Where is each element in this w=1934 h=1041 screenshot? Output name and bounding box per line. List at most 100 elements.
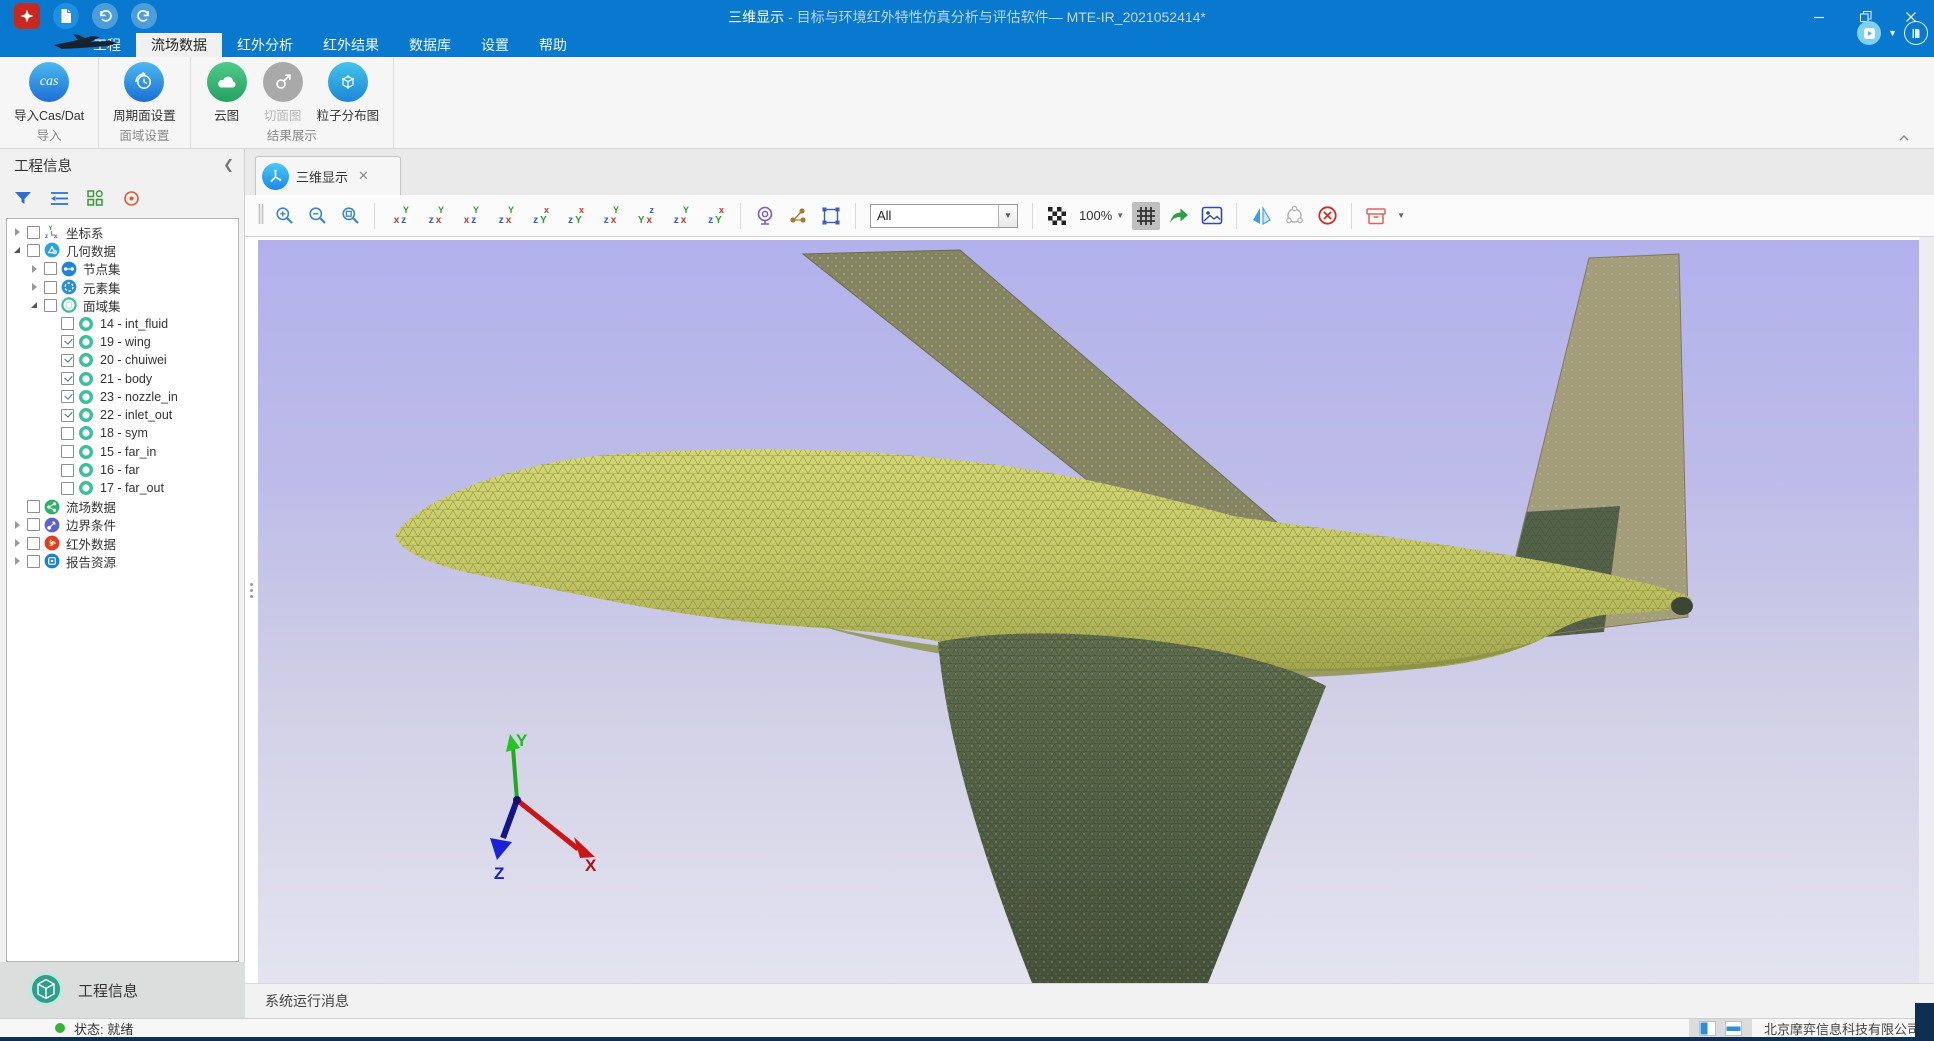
ribbon-button-导入Cas/Dat[interactable]: cas导入Cas/Dat [10, 62, 88, 126]
tree-checkbox[interactable] [61, 335, 74, 348]
tree-item[interactable]: 16 - far [7, 461, 238, 479]
cancel-icon[interactable] [1313, 202, 1341, 230]
tree-checkbox[interactable] [61, 482, 74, 495]
tree-item[interactable]: 节点集 [7, 260, 238, 278]
tab-close-icon[interactable]: ✕ [358, 168, 369, 184]
tree-item[interactable]: 边界条件 [7, 516, 238, 534]
menu-item-红外结果[interactable]: 红外结果 [308, 33, 394, 57]
zoom-level-dropdown[interactable]: 100%▼ [1079, 208, 1124, 223]
probe-icon[interactable] [751, 202, 779, 230]
menu-item-数据库[interactable]: 数据库 [394, 33, 466, 57]
tree-item[interactable]: 22 - inlet_out [7, 406, 238, 424]
ribbon-button-周期面设置[interactable]: 周期面设置 [109, 62, 180, 126]
expander-collapsed-icon[interactable] [13, 227, 25, 237]
select-rect-icon[interactable] [817, 202, 845, 230]
panel-bottom-bar[interactable]: 工程信息 [0, 962, 245, 1018]
locate-icon[interactable] [120, 187, 142, 209]
expander-collapsed-icon[interactable] [13, 538, 25, 548]
tree-item[interactable]: 14 - int_fluid [7, 314, 238, 332]
save-box-caret-icon[interactable]: ▼ [1397, 211, 1405, 220]
tree-checkbox[interactable] [61, 464, 74, 477]
panel-bottom-icon[interactable] [1725, 1021, 1742, 1036]
expander-collapsed-icon[interactable] [13, 520, 25, 530]
tree-checkbox[interactable] [61, 427, 74, 440]
tree-checkbox[interactable] [27, 226, 40, 239]
notebook-icon[interactable] [1904, 21, 1928, 45]
ribbon-collapse-icon[interactable] [1898, 131, 1912, 143]
view-orientation-button-8[interactable]: zYx [630, 202, 660, 230]
panel-left-icon[interactable] [1699, 1021, 1716, 1036]
tree-checkbox[interactable] [61, 409, 74, 422]
ribbon-button-云图[interactable]: 云图 [201, 62, 253, 126]
view-orientation-button-4[interactable]: Yzx [490, 202, 520, 230]
menu-item-流场数据[interactable]: 流场数据 [136, 33, 222, 57]
menu-item-设置[interactable]: 设置 [466, 33, 524, 57]
panel-collapse-icon[interactable]: ❮ [223, 157, 234, 173]
zoom-fit-icon[interactable] [336, 202, 364, 230]
tree-item[interactable]: 19 - wing [7, 333, 238, 351]
particle-trace-icon[interactable] [784, 202, 812, 230]
tree-checkbox[interactable] [27, 500, 40, 513]
snapshot-icon[interactable] [1198, 202, 1226, 230]
grid-view-icon[interactable] [84, 187, 106, 209]
expander-collapsed-icon[interactable] [13, 556, 25, 566]
tree-checkbox[interactable] [27, 518, 40, 531]
display-filter-combobox[interactable]: All▼ [870, 204, 1018, 228]
tree-item[interactable]: 20 - chuiwei [7, 351, 238, 369]
tree-item[interactable]: 21 - body [7, 369, 238, 387]
tree-checkbox[interactable] [44, 262, 57, 275]
tree-item[interactable]: 15 - far_in [7, 443, 238, 461]
tree-checkbox[interactable] [61, 354, 74, 367]
view-orientation-button-10[interactable]: xzY [700, 202, 730, 230]
ribbon-button-粒子分布图[interactable]: 粒子分布图 [313, 62, 384, 126]
tree-item[interactable]: 23 - nozzle_in [7, 388, 238, 406]
expander-expanded-icon[interactable] [30, 300, 42, 310]
panel-splitter-handle[interactable] [247, 570, 256, 610]
tree-item[interactable]: 面域集 [7, 296, 238, 314]
combobox-dropdown-icon[interactable]: ▼ [998, 205, 1017, 227]
app-mode-icon[interactable] [1857, 21, 1881, 45]
expander-collapsed-icon[interactable] [30, 264, 42, 274]
tree-checkbox[interactable] [27, 244, 40, 257]
view-orientation-button-1[interactable]: Yxz [385, 202, 415, 230]
mirror-icon[interactable] [1247, 202, 1275, 230]
tree-item[interactable]: 流场数据 [7, 497, 238, 515]
tree-item[interactable]: 报告资源 [7, 552, 238, 570]
tree-item[interactable]: 元素集 [7, 278, 238, 296]
view-orientation-button-3[interactable]: Yxz [455, 202, 485, 230]
tree-item[interactable]: Yzx坐标系 [7, 223, 238, 241]
view-orientation-button-7[interactable]: Yzx [595, 202, 625, 230]
checkerboard-icon[interactable] [1043, 202, 1071, 230]
tree-item[interactable]: 17 - far_out [7, 479, 238, 497]
tree-checkbox[interactable] [61, 390, 74, 403]
expander-expanded-icon[interactable] [13, 245, 25, 255]
menu-item-帮助[interactable]: 帮助 [524, 33, 582, 57]
tree-checkbox[interactable] [61, 317, 74, 330]
tree-item[interactable]: 几何数据 [7, 241, 238, 259]
tree-checkbox[interactable] [61, 372, 74, 385]
view-orientation-button-5[interactable]: xzY [525, 202, 555, 230]
view-orientation-button-6[interactable]: xzY [560, 202, 590, 230]
tree-checkbox[interactable] [61, 445, 74, 458]
view-orientation-button-9[interactable]: Yzx [665, 202, 695, 230]
toolbar-drag-handle[interactable] [257, 202, 265, 229]
dropdown-caret-icon[interactable]: ▼ [1888, 28, 1897, 38]
view-orientation-button-2[interactable]: Yzx [420, 202, 450, 230]
tree-checkbox[interactable] [27, 537, 40, 550]
save-box-icon[interactable] [1362, 202, 1390, 230]
menu-item-红外分析[interactable]: 红外分析 [222, 33, 308, 57]
grid-icon[interactable] [1132, 202, 1160, 230]
tree-checkbox[interactable] [44, 281, 57, 294]
tree-checkbox[interactable] [27, 555, 40, 568]
expander-collapsed-icon[interactable] [30, 282, 42, 292]
tree-item[interactable]: 18 - sym [7, 424, 238, 442]
list-collapse-icon[interactable] [48, 187, 70, 209]
export-arrow-icon[interactable] [1165, 202, 1193, 230]
zoom-in-icon[interactable] [270, 202, 298, 230]
tab-3d-view[interactable]: 三维显示 ✕ [255, 156, 401, 195]
filter-icon[interactable] [12, 187, 34, 209]
3d-viewport[interactable]: Y X Z [258, 240, 1919, 983]
zoom-out-icon[interactable] [303, 202, 331, 230]
minimize-icon[interactable] [1796, 0, 1842, 33]
tree-checkbox[interactable] [44, 299, 57, 312]
